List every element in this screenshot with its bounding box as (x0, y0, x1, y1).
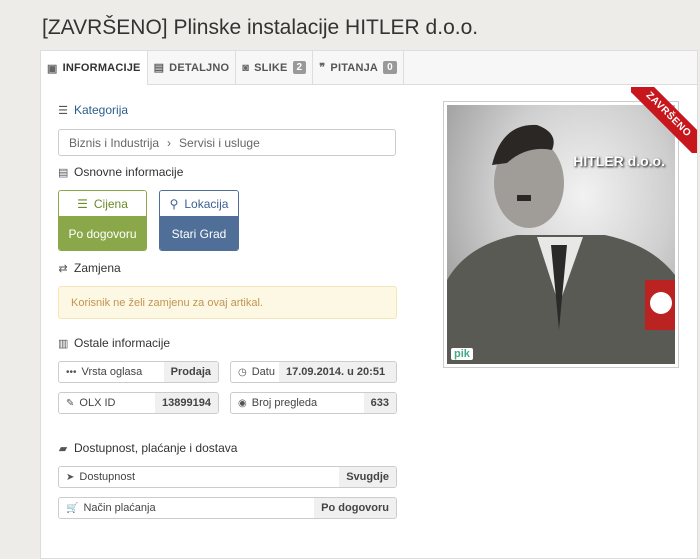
ad-type-pill: ••• Vrsta oglasa Prodaja (58, 361, 219, 383)
other-info-heading: ▥ Ostale informacije (58, 336, 171, 350)
breadcrumb: Biznis i Industrija › Servisi i usluge (58, 129, 396, 156)
price-label: Cijena (93, 196, 128, 211)
views-pill: ◉ Broj pregleda 633 (230, 392, 397, 414)
category-heading: ☰ Kategorija (58, 103, 129, 117)
tab-bar: ▣ INFORMACIJE ▤ DETALJNO ◙ SLIKE 2 ❞ PIT… (41, 51, 697, 85)
tab-informacije[interactable]: ▣ INFORMACIJE (41, 51, 148, 85)
tab-label: PITANJA (330, 61, 379, 74)
chevron-right-icon: › (167, 135, 172, 150)
tab-pitanja[interactable]: ❞ PITANJA 0 (313, 51, 404, 84)
price-value: Po dogovoru (59, 216, 146, 250)
location-value: Stari Grad (160, 216, 238, 250)
count-badge: 0 (383, 61, 397, 74)
briefcase-icon: ▰ (58, 442, 68, 455)
card-icon: ▣ (47, 62, 58, 75)
date-pill: ◷ Datu 17.09.2014. u 20:51 (230, 361, 397, 383)
availability-pill: ➤ Dostupnost Svugdje (58, 466, 397, 488)
tab-detaljno[interactable]: ▤ DETALJNO (148, 51, 237, 84)
tab-label: DETALJNO (169, 61, 230, 74)
comments-icon: ❞ (319, 62, 326, 74)
olx-id-pill: ✎ OLX ID 13899194 (58, 392, 219, 414)
calculator-icon: ▥ (58, 337, 69, 350)
wrench-icon: ✎ (66, 397, 75, 409)
tab-slike[interactable]: ◙ SLIKE 2 (236, 51, 314, 84)
location-arrow-icon: ➤ (66, 471, 75, 483)
camera-icon: ◙ (242, 61, 250, 74)
map-marker-icon: ⚲ (169, 196, 179, 211)
document-icon: ▤ (153, 62, 165, 74)
coins-icon: ☰ (77, 196, 88, 211)
exchange-alert: Korisnik ne želi zamjenu za ovaj artikal… (58, 286, 397, 319)
payment-pill: 🛒 Način plaćanja Po dogovoru (58, 497, 397, 519)
page-title: [ZAVRŠENO] Plinske instalacije HITLER d.… (42, 16, 479, 39)
exchange-icon: ⇄ (58, 262, 68, 275)
list-icon: ☰ (58, 104, 68, 117)
delivery-heading: ▰ Dostupnost, plaćanje i dostava (58, 441, 238, 455)
tab-label: SLIKE (254, 61, 288, 74)
location-label: Lokacija (184, 196, 229, 211)
tab-label: INFORMACIJE (62, 62, 141, 74)
watermark-logo: pik (451, 348, 473, 360)
ellipsis-icon: ••• (66, 366, 77, 378)
exchange-heading: ⇄ Zamjena (58, 261, 121, 275)
basic-info-heading: ▤ Osnovne informacije (58, 165, 184, 179)
eye-icon: ◉ (238, 397, 247, 409)
breadcrumb-item[interactable]: Biznis i Industrija (69, 136, 159, 150)
clock-icon: ◷ (238, 366, 247, 378)
listing-card: ▣ INFORMACIJE ▤ DETALJNO ◙ SLIKE 2 ❞ PIT… (40, 50, 698, 559)
count-badge: 2 (292, 61, 307, 74)
price-box: ☰ Cijena Po dogovoru (58, 190, 147, 251)
document-icon: ▤ (58, 166, 69, 179)
location-box: ⚲ Lokacija Stari Grad (159, 190, 239, 251)
photo-caption: HITLER d.o.o. (573, 153, 665, 169)
shopping-cart-icon: 🛒 (66, 502, 79, 514)
breadcrumb-item[interactable]: Servisi i usluge (179, 136, 260, 150)
status-ribbon: ZAVRŠENO (631, 87, 697, 153)
